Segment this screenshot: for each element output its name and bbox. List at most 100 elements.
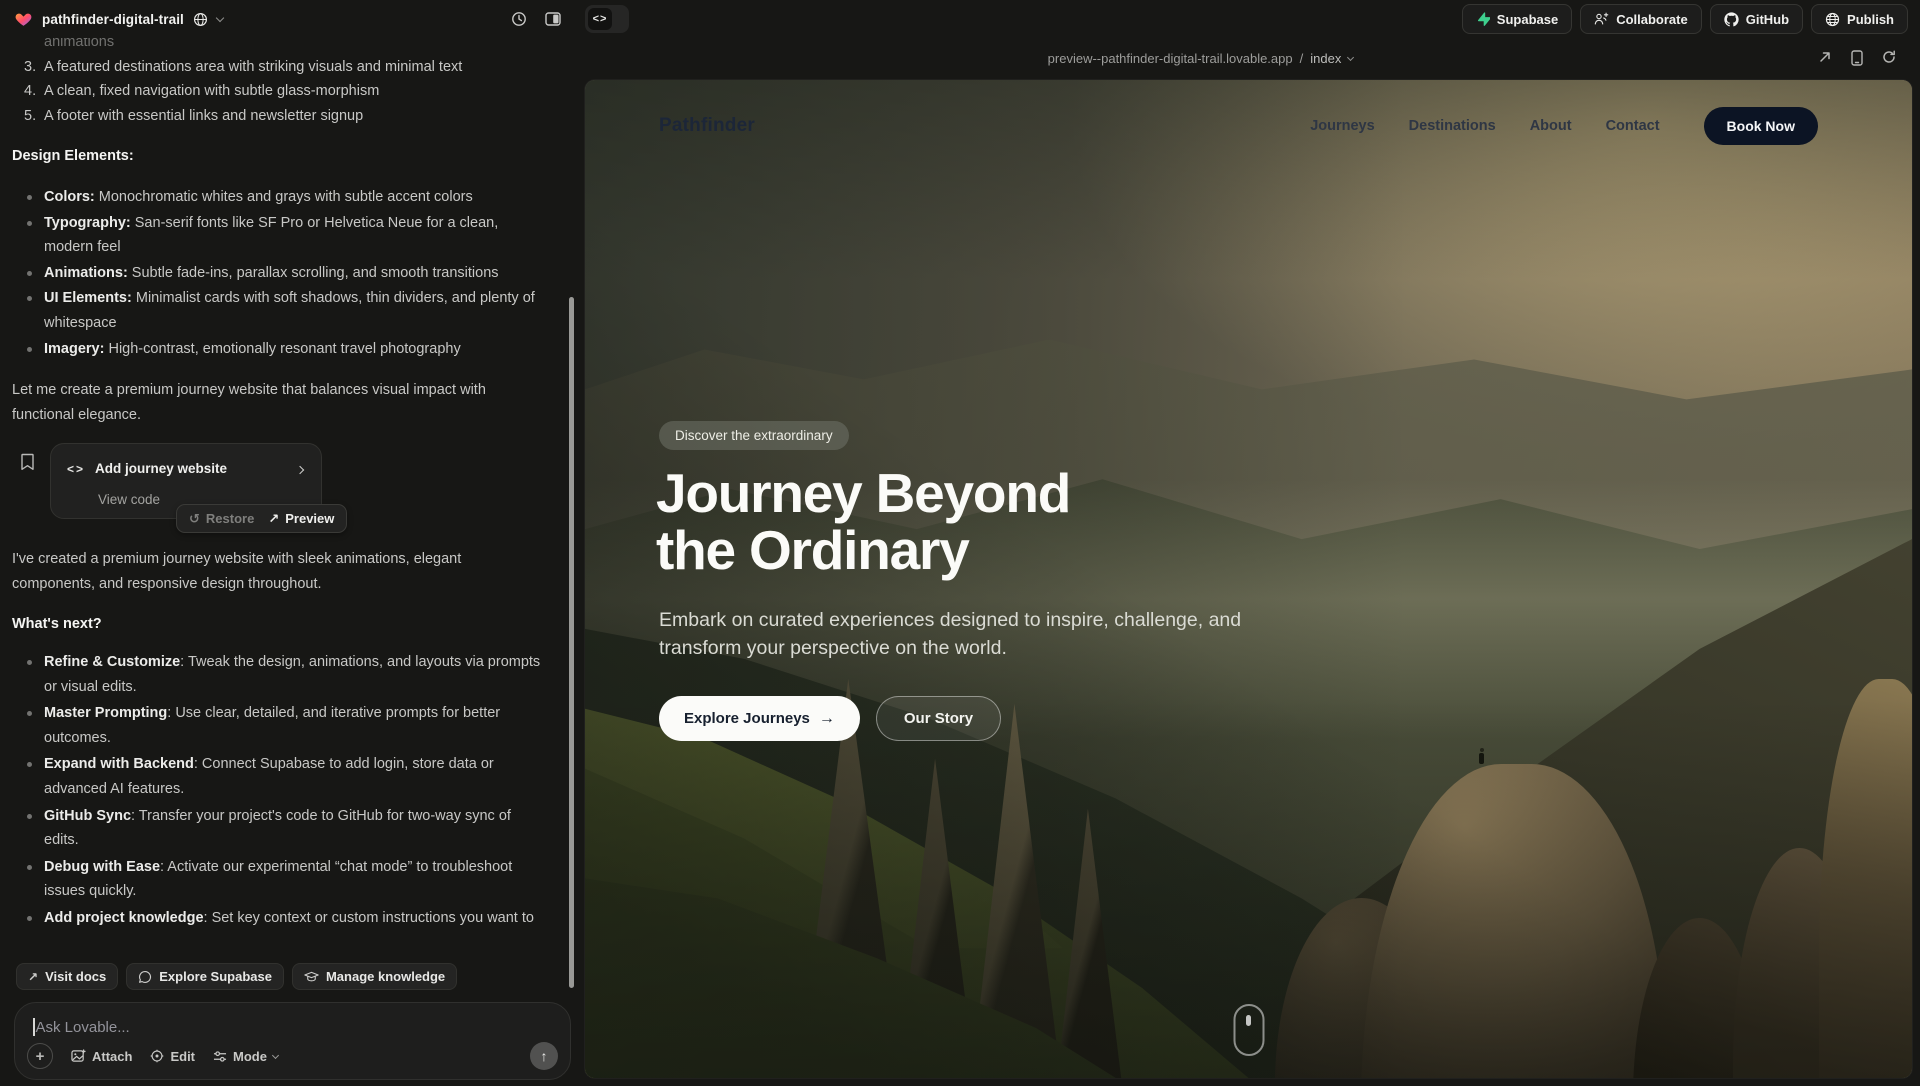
- chevron-right-icon: [296, 465, 304, 473]
- bullet-dot: [12, 752, 44, 801]
- bullet-dot: [12, 211, 44, 260]
- list-text: A footer with essential links and newsle…: [44, 104, 549, 129]
- refresh-icon[interactable]: [1882, 50, 1896, 64]
- chat-paragraph: I've created a premium journey website w…: [12, 547, 527, 596]
- preview-region: preview--pathfinder-digital-trail.lovabl…: [583, 38, 1920, 1086]
- right-arrow-icon: →: [819, 710, 835, 728]
- history-icon[interactable]: [511, 11, 527, 27]
- bullet-dot: [12, 855, 44, 904]
- open-in-new-icon[interactable]: [1818, 50, 1832, 64]
- sliders-icon: [213, 1050, 227, 1063]
- list-number: 4.: [12, 79, 44, 104]
- chat-paragraph: Let me create a premium journey website …: [12, 378, 527, 427]
- mobile-view-icon[interactable]: [1851, 50, 1863, 66]
- site-logo[interactable]: Pathfinder: [659, 115, 755, 137]
- github-button[interactable]: GitHub: [1710, 4, 1803, 34]
- supabase-icon: [1476, 12, 1490, 26]
- bullet-item: Add project knowledge: Set key context o…: [12, 906, 565, 926]
- site-nav: Journeys Destinations About Contact Book…: [1310, 107, 1818, 145]
- bullet-label: Refine & Customize: [44, 654, 180, 670]
- our-story-button[interactable]: Our Story: [876, 696, 1001, 741]
- visit-docs-button[interactable]: ↗ Visit docs: [16, 963, 118, 990]
- preview-controls: [1818, 50, 1920, 66]
- bullet-label: UI Elements:: [44, 290, 132, 306]
- explore-journeys-button[interactable]: Explore Journeys →: [659, 696, 860, 741]
- lovable-app: pathfinder-digital-trail <> Supa: [0, 0, 1920, 1086]
- bullet-label: Colors:: [44, 189, 95, 205]
- chevron-down-icon: [216, 13, 224, 21]
- preview-page: index: [1310, 51, 1341, 66]
- nav-journeys[interactable]: Journeys: [1310, 118, 1374, 134]
- send-button[interactable]: ↑: [530, 1042, 558, 1070]
- supabase-button[interactable]: Supabase: [1462, 4, 1572, 34]
- code-icon: <>: [67, 457, 85, 482]
- bullet-dot: [12, 906, 44, 926]
- chat-bubble-icon: [138, 970, 152, 984]
- collaborate-button[interactable]: Collaborate: [1580, 4, 1702, 34]
- bullet-label: Master Prompting: [44, 705, 167, 721]
- lovable-logo-icon: [14, 10, 33, 28]
- bullet-item: GitHub Sync: Transfer your project's cod…: [12, 804, 565, 853]
- preview-url[interactable]: preview--pathfinder-digital-trail.lovabl…: [583, 51, 1818, 66]
- topbar-actions: Supabase Collaborate GitHub: [1462, 4, 1908, 34]
- bullet-label: Imagery:: [44, 341, 104, 357]
- bullet-dot: [12, 804, 44, 853]
- hero-badge: Discover the extraordinary: [659, 421, 849, 450]
- add-button[interactable]: +: [27, 1043, 53, 1069]
- explore-supabase-button[interactable]: Explore Supabase: [126, 963, 284, 990]
- preview-url-bar: preview--pathfinder-digital-trail.lovabl…: [583, 38, 1920, 78]
- manage-knowledge-label: Manage knowledge: [326, 969, 445, 984]
- attach-button[interactable]: Attach: [71, 1049, 132, 1064]
- site-preview: Pathfinder Journeys Destinations About C…: [585, 80, 1912, 1078]
- chat-scrollbar[interactable]: [569, 297, 574, 988]
- bookmark-icon[interactable]: [20, 453, 35, 471]
- composer[interactable]: Ask Lovable... + Attach: [14, 1002, 571, 1080]
- bullet-label: Animations:: [44, 265, 128, 281]
- publish-button[interactable]: Publish: [1811, 4, 1908, 34]
- chat-clipped-line: animations: [44, 38, 565, 55]
- attach-image-icon: [71, 1049, 86, 1063]
- list-number: 5.: [12, 104, 44, 129]
- restore-label: Restore: [206, 507, 254, 532]
- headline-line2: the Ordinary: [656, 519, 969, 581]
- bullet-dot: [12, 286, 44, 335]
- restore-button[interactable]: ↺ Restore: [189, 507, 254, 532]
- design-elements-heading: Design Elements:: [12, 144, 565, 169]
- explore-journeys-label: Explore Journeys: [684, 710, 810, 727]
- collaborate-icon: [1594, 12, 1609, 26]
- bullet-text: High-contrast, emotionally resonant trav…: [104, 341, 460, 357]
- design-bullet-list: Colors: Monochromatic whites and grays w…: [12, 185, 565, 361]
- list-text: A featured destinations area with striki…: [44, 55, 549, 80]
- preview-button[interactable]: ↗ Preview: [268, 507, 334, 532]
- project-menu[interactable]: pathfinder-digital-trail: [14, 0, 223, 38]
- attach-label: Attach: [92, 1049, 132, 1064]
- nav-contact[interactable]: Contact: [1606, 118, 1660, 134]
- bullet-item: Refine & Customize: Tweak the design, an…: [12, 650, 565, 699]
- scroll-indicator-icon: [1233, 1004, 1264, 1056]
- visit-docs-label: Visit docs: [45, 969, 106, 984]
- book-now-button[interactable]: Book Now: [1704, 107, 1818, 145]
- bullet-dot: [12, 261, 44, 286]
- edit-label: Edit: [170, 1049, 195, 1064]
- nav-destinations[interactable]: Destinations: [1409, 118, 1496, 134]
- bullet-label: Add project knowledge: [44, 910, 204, 926]
- graduation-cap-icon: [304, 970, 319, 983]
- edit-button[interactable]: Edit: [150, 1049, 195, 1064]
- collaborate-label: Collaborate: [1616, 12, 1688, 27]
- composer-input[interactable]: Ask Lovable...: [36, 1019, 130, 1036]
- chevron-down-icon: [272, 1051, 279, 1058]
- mode-selector[interactable]: Mode: [213, 1049, 278, 1064]
- code-icon: <>: [588, 8, 612, 30]
- nav-about[interactable]: About: [1530, 118, 1572, 134]
- manage-knowledge-button[interactable]: Manage knowledge: [292, 963, 457, 990]
- chat-numbered-item: 4. A clean, fixed navigation with subtle…: [12, 79, 565, 104]
- url-separator: /: [1300, 51, 1304, 66]
- bullet-item: Debug with Ease: Activate our experiment…: [12, 855, 565, 904]
- panel-toggle-icon[interactable]: [545, 11, 561, 27]
- bullet-text: Monochromatic whites and grays with subt…: [95, 189, 473, 205]
- chat-messages: animations 3. A featured destinations ar…: [12, 38, 565, 926]
- code-view-toggle[interactable]: <>: [585, 5, 629, 33]
- bullet-label: Expand with Backend: [44, 756, 194, 772]
- topbar: pathfinder-digital-trail <> Supa: [0, 0, 1920, 38]
- chat-panel: animations 3. A featured destinations ar…: [0, 38, 583, 1086]
